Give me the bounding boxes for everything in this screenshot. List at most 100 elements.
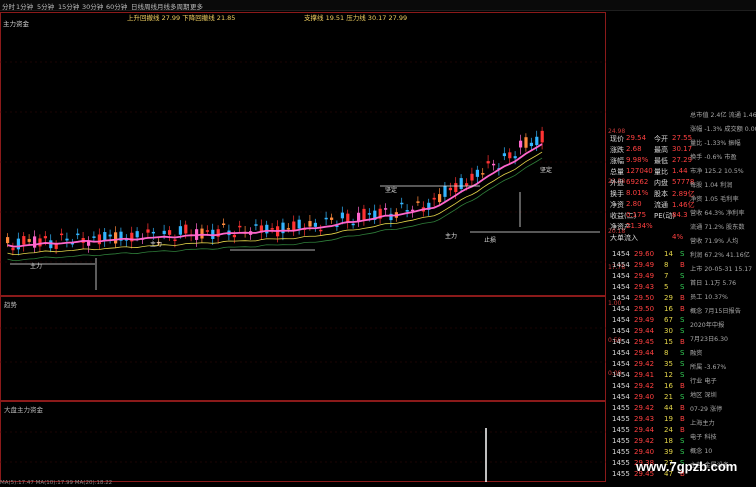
trade-volume: 19 — [664, 415, 673, 423]
quote-row: 外盘 69262 内盘 57778 — [610, 178, 694, 189]
tab-30min[interactable]: 30分钟 — [82, 1, 103, 11]
quote-value: 2.68 — [626, 145, 642, 153]
tab-1min[interactable]: 1分钟 — [16, 1, 33, 11]
info-row: 融资 — [690, 350, 703, 357]
candle-body — [38, 238, 42, 247]
quote-value: 2.80 — [626, 200, 642, 208]
info-row: 涨幅 -1.3% 成交额 0.00万 — [690, 126, 756, 133]
tab-60min[interactable]: 60分钟 — [106, 1, 127, 11]
trade-time: 1454 — [612, 272, 630, 280]
kline-chart-area[interactable]: 主力 主力 主力 止损 坚定 坚定 主力资金 上升回撤线 27.99 下降回撤线 21.8… — [0, 12, 606, 482]
ma-yellow-line — [7, 151, 543, 255]
tab-5min[interactable]: 5分钟 — [37, 1, 54, 11]
quote-value2: 84.3 — [672, 211, 688, 219]
info-row: 流通 71.2% 股东数 — [690, 224, 745, 231]
kline-svg[interactable]: 主力主力主力止损坚定坚定 — [0, 12, 606, 482]
trade-row: 1454 29.43 5 S — [610, 283, 690, 294]
info-row: 总市值 2.4亿 流通 1.46亿 — [690, 112, 756, 119]
trade-time: 1454 — [612, 338, 630, 346]
period-toolbar: 分时 1分钟 5分钟 15分钟 30分钟 60分钟 日线 周线 月线 多周期 更… — [0, 0, 756, 11]
quote-value: 9.98% — [626, 156, 649, 164]
tab-more[interactable]: 更多 — [190, 1, 203, 11]
trade-volume: 67 — [664, 316, 673, 324]
candle-body — [27, 239, 31, 242]
candle-body — [519, 140, 523, 148]
trade-time: 1454 — [612, 349, 630, 357]
trade-row: 1454 29.60 14 S — [610, 250, 690, 261]
quote-value: 21.34% — [626, 222, 653, 230]
ma-pink-line — [7, 143, 543, 248]
trade-time: 1454 — [612, 360, 630, 368]
candle-body — [400, 202, 404, 205]
quote-value2: 1.44 — [672, 167, 688, 175]
trade-side: B — [680, 382, 685, 390]
candle-body — [448, 187, 452, 191]
candle-body — [529, 142, 533, 147]
info-row: 利润 67.2% 41.16亿 — [690, 252, 750, 259]
info-row: 07-29 涨停 — [690, 406, 723, 413]
trade-side: B — [680, 261, 685, 269]
candle-body — [346, 213, 350, 222]
trade-price: 29.42 — [634, 382, 655, 390]
trade-volume: 8 — [664, 349, 669, 357]
quote-label: 换手 — [610, 190, 624, 198]
quote-row: 大单流入 4% — [610, 233, 690, 244]
trade-row: 1454 29.44 30 S — [610, 327, 690, 338]
tab-multi[interactable]: 多周期 — [170, 1, 190, 11]
candle-body — [151, 231, 155, 234]
trade-side: S — [680, 316, 685, 324]
candle-body — [340, 212, 344, 219]
tab-15min[interactable]: 15分钟 — [58, 1, 79, 11]
sub-panel1-border — [0, 296, 606, 401]
info-row: 行业 电子 — [690, 378, 717, 385]
candle-body — [92, 236, 96, 238]
candle-body — [97, 234, 101, 245]
quote-row: 涨幅 9.98% 最低 27.29 — [610, 156, 692, 167]
quote-label2: 流通 — [654, 201, 668, 209]
quote-label2: 最高 — [654, 146, 668, 154]
trade-side: B — [680, 338, 685, 346]
candle-body — [308, 221, 312, 227]
trade-row: 1454 29.42 16 B — [610, 382, 690, 393]
main-legend-1: 上升回撤线 27.99 下降回撤线 21.85 — [127, 14, 236, 22]
trade-volume: 16 — [664, 305, 673, 313]
trade-price: 29.49 — [634, 272, 655, 280]
main-legend-2: 支撑线 19.51 压力线 30.17 27.99 — [304, 14, 408, 22]
trade-side: B — [680, 426, 685, 434]
trade-volume: 14 — [664, 250, 673, 258]
tab-week[interactable]: 周线 — [144, 1, 157, 11]
trade-price: 29.44 — [634, 426, 655, 434]
info-row: 概念 7月15日报告 — [690, 308, 741, 315]
tab-month[interactable]: 月线 — [157, 1, 170, 11]
trade-price: 29.40 — [634, 393, 655, 401]
trade-side: S — [680, 393, 685, 401]
candle-body — [454, 183, 458, 193]
trade-volume: 8 — [664, 261, 669, 269]
trade-side: S — [680, 349, 685, 357]
quote-label: 净资 — [610, 201, 624, 209]
trade-row: 1455 29.42 44 B — [610, 404, 690, 415]
trade-time: 1454 — [612, 261, 630, 269]
candle-body — [475, 169, 479, 177]
trade-row: 1454 29.49 8 B — [610, 261, 690, 272]
info-row: 净资 1.05 毛利率 — [690, 196, 739, 203]
tab-day[interactable]: 日线 — [131, 1, 144, 11]
candle-body — [319, 229, 323, 232]
info-row: 营收 64.3% 净利率 — [690, 210, 745, 217]
candle-body — [432, 197, 436, 200]
quote-row: 涨跌 2.68 最高 30.17 — [610, 145, 692, 156]
candle-body — [60, 233, 64, 236]
candle-body — [405, 210, 409, 212]
info-row: 员工 10.37% — [690, 294, 728, 301]
quote-label2: 今开 — [654, 135, 668, 143]
trade-volume: 35 — [664, 360, 673, 368]
trade-side: S — [680, 283, 685, 291]
trade-price: 29.50 — [634, 305, 655, 313]
quote-label: 大单流入 — [610, 234, 638, 242]
quote-row: 总量 127040 量比 1.44 — [610, 167, 690, 178]
trade-row: 1454 29.50 16 B — [610, 305, 690, 316]
candle-body — [540, 130, 544, 143]
tab-fenshi[interactable]: 分时 — [2, 1, 15, 11]
trade-row: 1454 29.44 8 S — [610, 349, 690, 360]
trade-price: 29.42 — [634, 437, 655, 445]
